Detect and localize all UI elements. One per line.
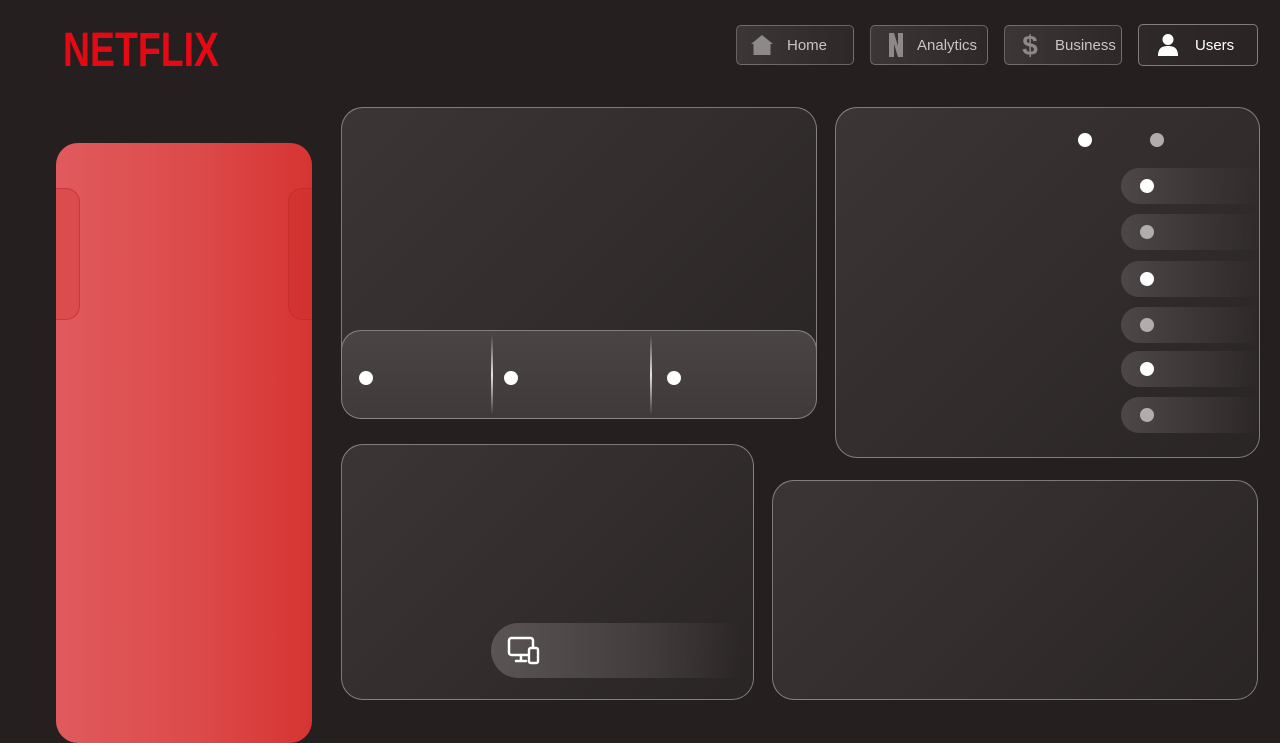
device-indicator[interactable] bbox=[491, 623, 741, 678]
home-icon bbox=[749, 32, 775, 58]
list-item-dot bbox=[1140, 272, 1154, 286]
stats-strip bbox=[341, 330, 817, 419]
list-item[interactable] bbox=[1121, 261, 1261, 297]
brand-name: NETFLIX bbox=[63, 24, 219, 70]
stat-indicator-1 bbox=[359, 371, 373, 385]
panel-left-handle[interactable] bbox=[56, 188, 80, 320]
panel-right-handle[interactable] bbox=[288, 188, 312, 320]
activity-card bbox=[772, 480, 1258, 700]
nav-business-button[interactable]: $ Business bbox=[1004, 25, 1122, 65]
stat-divider-1 bbox=[491, 335, 493, 415]
nav-home-label: Home bbox=[787, 36, 828, 54]
nav-users-button[interactable]: Users bbox=[1138, 24, 1258, 66]
stat-indicator-3 bbox=[667, 371, 681, 385]
list-item-dot bbox=[1140, 225, 1154, 239]
dollar-icon: $ bbox=[1017, 31, 1043, 59]
featured-red-panel[interactable] bbox=[56, 143, 312, 743]
netflix-n-icon bbox=[883, 32, 909, 58]
nav-analytics-button[interactable]: Analytics bbox=[870, 25, 988, 65]
list-item[interactable] bbox=[1121, 214, 1261, 250]
devices-icon bbox=[507, 636, 541, 666]
list-item[interactable] bbox=[1121, 397, 1261, 433]
legend-dot-white bbox=[1078, 133, 1092, 147]
list-item-dot bbox=[1140, 179, 1154, 193]
list-item-dot bbox=[1140, 318, 1154, 332]
list-item-dot bbox=[1140, 362, 1154, 376]
nav-home-button[interactable]: Home bbox=[736, 25, 854, 65]
nav-analytics-label: Analytics bbox=[917, 36, 978, 54]
nav-business-label: Business bbox=[1055, 36, 1116, 54]
stat-divider-2 bbox=[650, 335, 652, 415]
svg-text:$: $ bbox=[1022, 31, 1038, 59]
list-item[interactable] bbox=[1121, 168, 1261, 204]
legend-dot-grey bbox=[1150, 133, 1164, 147]
list-item[interactable] bbox=[1121, 351, 1261, 387]
list-item-dot bbox=[1140, 408, 1154, 422]
stat-indicator-2 bbox=[504, 371, 518, 385]
list-item[interactable] bbox=[1121, 307, 1261, 343]
netflix-logo[interactable]: NETFLIX bbox=[63, 22, 221, 70]
user-icon bbox=[1155, 32, 1181, 58]
nav-users-label: Users bbox=[1195, 36, 1235, 54]
